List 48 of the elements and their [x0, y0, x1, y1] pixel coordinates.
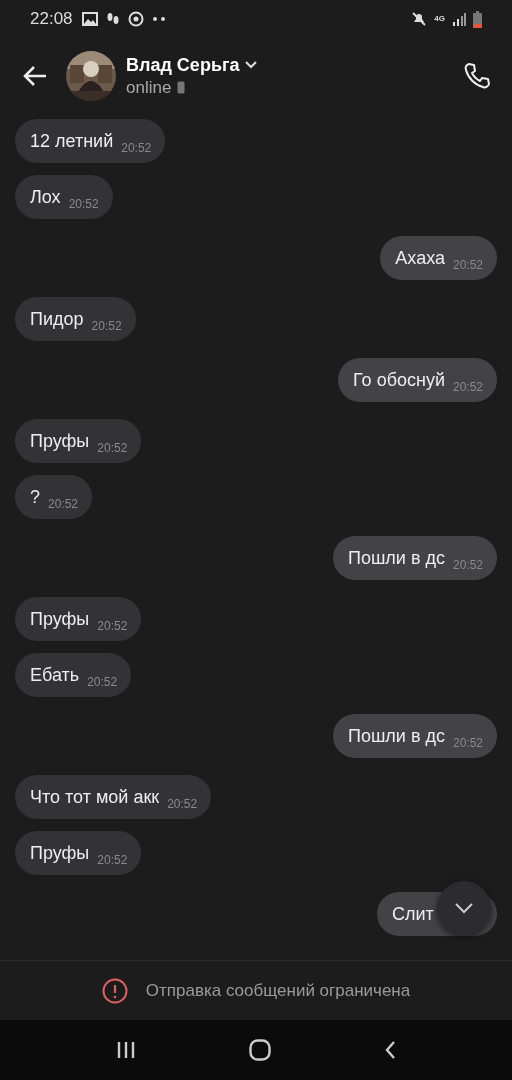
recent-apps-icon[interactable] [116, 1041, 137, 1059]
message-text: Го обоснуй [353, 370, 445, 390]
warning-icon [101, 977, 128, 1004]
message-time: 20:52 [452, 258, 483, 272]
message-time: 20:52 [97, 853, 128, 867]
circle-icon [127, 11, 144, 27]
restriction-message: Отправка сообщений ограничена [145, 980, 411, 1001]
network-label: 4G [434, 15, 445, 23]
battery-icon [473, 10, 482, 28]
contact-status: online [126, 77, 172, 98]
contact-name[interactable]: Влад Серьга [126, 54, 240, 76]
message-time: 20:52 [87, 675, 118, 689]
phone-icon[interactable] [462, 61, 492, 91]
phone-device-icon [177, 81, 186, 94]
chevron-down-icon [454, 902, 474, 914]
footprints-icon [106, 12, 119, 26]
back-icon[interactable] [22, 65, 48, 87]
message-text: Ахаха [395, 248, 445, 268]
message-text: Слит [392, 904, 434, 924]
message-text: Ебать [30, 665, 80, 685]
message-text: Пруфы [30, 431, 90, 451]
message-time: 20:52 [97, 441, 128, 455]
message-time: 20:52 [452, 736, 483, 750]
more-icon [152, 17, 165, 21]
clock-time: 22:08 [30, 9, 73, 29]
message-text: Пошли в дс [347, 548, 445, 568]
message-text: Что тот мой акк [30, 787, 160, 807]
message-text: Пруфы [30, 843, 90, 863]
chevron-down-icon[interactable] [245, 61, 258, 69]
message-time: 20:52 [121, 141, 152, 155]
message-time: 20:52 [167, 797, 198, 811]
message-text: Лох [30, 187, 61, 207]
message-text: Пруфы [30, 609, 90, 629]
message-text: 12 летний [30, 131, 114, 151]
image-icon [81, 12, 98, 26]
message-text: Пошли в дс [347, 726, 445, 746]
message-text: Пидор [30, 309, 84, 329]
back-icon[interactable] [383, 1040, 396, 1060]
signal-icon [452, 12, 466, 26]
message-time: 20:52 [97, 619, 128, 633]
mute-icon [411, 11, 428, 27]
message-time: 20:52 [91, 319, 122, 333]
message-time: 20:52 [452, 380, 483, 394]
message-time: 20:52 [452, 558, 483, 572]
message-time: 20:52 [48, 497, 79, 511]
message-time: 20:52 [68, 197, 99, 211]
home-icon[interactable] [249, 1039, 271, 1061]
message-text: ? [30, 487, 40, 507]
